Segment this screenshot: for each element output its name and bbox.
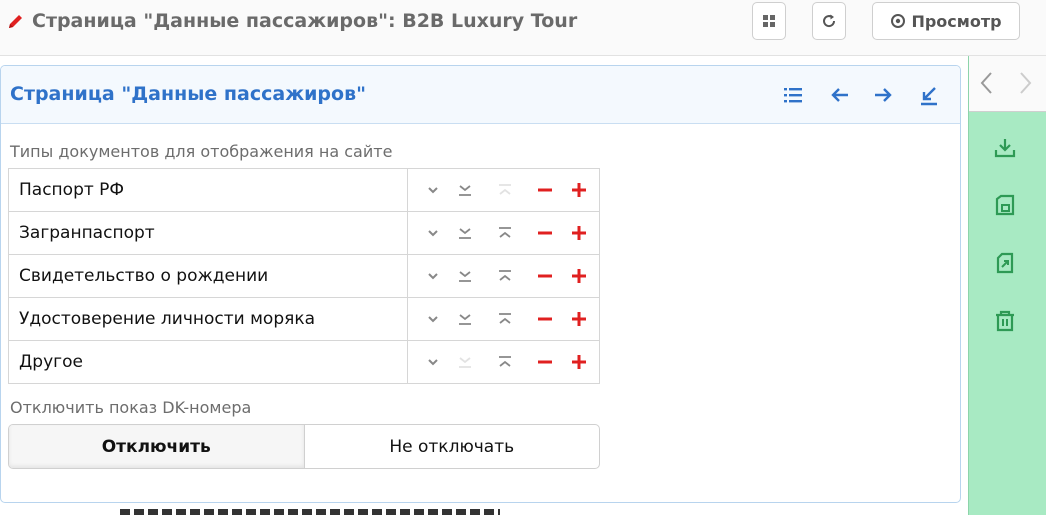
table-row: Удостоверение личности моряка: [9, 298, 599, 341]
plus-icon[interactable]: [570, 353, 588, 371]
grid-icon: [763, 15, 775, 27]
plus-icon[interactable]: [570, 267, 588, 285]
arrow-right-icon[interactable]: [871, 83, 895, 107]
save-icon[interactable]: [993, 193, 1017, 217]
clipped-heading-below: [120, 505, 500, 515]
move-up-icon[interactable]: [496, 224, 514, 242]
panel-header: Страница "Данные пассажиров": [1, 66, 960, 124]
move-down-icon[interactable]: [456, 353, 474, 371]
move-up-icon[interactable]: [496, 267, 514, 285]
disable-dk-option[interactable]: Отключить: [9, 425, 305, 468]
arrow-left-icon[interactable]: [828, 83, 852, 107]
minus-icon[interactable]: [536, 224, 554, 242]
trash-icon[interactable]: [993, 309, 1017, 333]
page-title-text: Страница "Данные пассажиров": B2B Luxury…: [32, 10, 578, 32]
document-name: Загранпаспорт: [19, 223, 155, 243]
table-row: Загранпаспорт: [9, 212, 599, 255]
minus-icon[interactable]: [536, 267, 554, 285]
chevron-down-icon[interactable]: [424, 267, 442, 285]
eye-icon: [891, 14, 906, 28]
minus-icon[interactable]: [536, 181, 554, 199]
plus-icon[interactable]: [570, 224, 588, 242]
document-name: Свидетельство о рождении: [19, 266, 269, 286]
keep-dk-option[interactable]: Не отключать: [305, 425, 600, 468]
move-down-icon[interactable]: [456, 181, 474, 199]
copy-icon[interactable]: [993, 251, 1017, 275]
move-down-icon[interactable]: [456, 267, 474, 285]
document-name: Другое: [19, 352, 83, 372]
dk-number-label: Отключить показ DK-номера: [10, 398, 252, 417]
document-types-table: Паспорт РФ Загранпаспорт Свидетельство о…: [8, 168, 600, 384]
pencil-icon: [9, 15, 22, 28]
list-icon[interactable]: [781, 83, 805, 107]
table-row: Паспорт РФ: [9, 169, 599, 212]
move-down-icon[interactable]: [456, 310, 474, 328]
move-up-icon[interactable]: [496, 181, 514, 199]
row-controls: [407, 255, 600, 297]
preview-label: Просмотр: [911, 11, 1002, 31]
dk-number-toggle: Отключить Не отключать: [8, 424, 600, 469]
row-controls: [407, 341, 600, 383]
passenger-data-panel: Страница "Данные пассажиров" Типы докуме…: [0, 65, 961, 503]
chevron-left-icon[interactable]: [977, 70, 997, 96]
row-controls: [407, 169, 600, 211]
download-icon[interactable]: [993, 136, 1017, 160]
chevron-down-icon[interactable]: [424, 224, 442, 242]
minus-icon[interactable]: [536, 310, 554, 328]
table-row: Другое: [9, 341, 599, 384]
document-name: Паспорт РФ: [19, 180, 125, 200]
chevron-down-icon[interactable]: [424, 310, 442, 328]
preview-button[interactable]: Просмотр: [872, 2, 1020, 40]
minus-icon[interactable]: [536, 353, 554, 371]
document-name: Удостоверение личности моряка: [19, 309, 316, 329]
chevron-down-icon[interactable]: [424, 181, 442, 199]
action-sidebar: [968, 56, 1046, 515]
sidebar-nav: [969, 56, 1046, 112]
plus-icon[interactable]: [570, 310, 588, 328]
top-bar: Страница "Данные пассажиров": B2B Luxury…: [0, 0, 1046, 56]
documents-label: Типы документов для отображения на сайте: [10, 142, 393, 161]
plus-icon[interactable]: [570, 181, 588, 199]
chevron-right-icon[interactable]: [1015, 70, 1035, 96]
refresh-icon: [823, 14, 836, 28]
move-up-icon[interactable]: [496, 310, 514, 328]
move-up-icon[interactable]: [496, 353, 514, 371]
chevron-down-icon[interactable]: [424, 353, 442, 371]
collapse-icon[interactable]: [917, 83, 941, 107]
table-row: Свидетельство о рождении: [9, 255, 599, 298]
grid-view-button[interactable]: [752, 2, 786, 40]
row-controls: [407, 298, 600, 340]
move-down-icon[interactable]: [456, 224, 474, 242]
panel-title: Страница "Данные пассажиров": [10, 83, 367, 105]
refresh-button[interactable]: [812, 2, 846, 40]
page-title: Страница "Данные пассажиров": B2B Luxury…: [6, 8, 577, 34]
row-controls: [407, 212, 600, 254]
